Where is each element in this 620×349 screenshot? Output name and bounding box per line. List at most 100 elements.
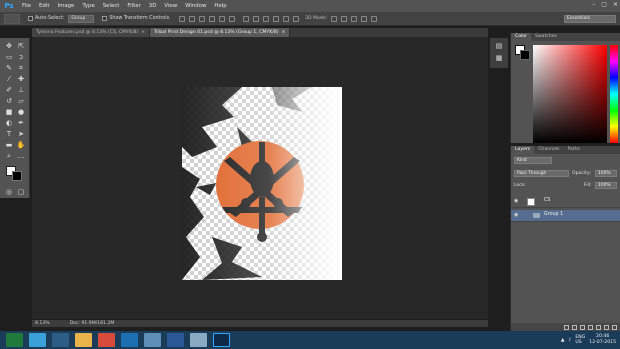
- 3d-scale-icon[interactable]: [371, 15, 378, 22]
- auto-select-checkbox[interactable]: [28, 16, 33, 21]
- show-transform-checkbox[interactable]: [102, 16, 108, 21]
- quick-select-tool-icon[interactable]: ✎: [4, 64, 14, 72]
- tab-tribal-print-design[interactable]: Tribal Print Design 01.psd @ 8.13% (Grou…: [149, 28, 291, 37]
- gradient-tool-icon[interactable]: ■: [4, 108, 14, 116]
- layer-mask-icon[interactable]: [580, 324, 585, 330]
- tab-tylenna-features[interactable]: Tylenna Features.psd @ 8.13% (CS, CMYK/8…: [32, 28, 150, 37]
- chrome-taskbar-icon[interactable]: [98, 333, 115, 347]
- delete-layer-icon[interactable]: [612, 324, 617, 330]
- opacity-field[interactable]: 100%: [595, 170, 617, 177]
- zoom-tool-icon[interactable]: ⌕: [4, 152, 14, 160]
- 3d-drag-icon[interactable]: [351, 15, 358, 22]
- blend-mode-dropdown[interactable]: Pass Through: [514, 170, 569, 177]
- move-tool-icon[interactable]: ✥: [4, 42, 14, 50]
- distribute-vcenter-icon[interactable]: [253, 15, 260, 22]
- distribute-bottom-icon[interactable]: [263, 15, 270, 22]
- pen-tool-icon[interactable]: ✒: [16, 119, 26, 127]
- new-layer-icon[interactable]: [604, 324, 609, 330]
- document-canvas[interactable]: [182, 87, 342, 280]
- align-left-icon[interactable]: [209, 15, 216, 22]
- color-picker-field[interactable]: [533, 45, 607, 143]
- language-indicator[interactable]: ENG US: [575, 335, 585, 345]
- eraser-tool-icon[interactable]: ▱: [16, 97, 26, 105]
- app-taskbar-icon[interactable]: [121, 333, 138, 347]
- distribute-right-icon[interactable]: [293, 15, 300, 22]
- 3d-rotate-icon[interactable]: [331, 15, 338, 22]
- visibility-eye-icon[interactable]: ◉: [514, 213, 520, 218]
- distribute-left-icon[interactable]: [273, 15, 280, 22]
- align-vcenter-icon[interactable]: [189, 15, 196, 22]
- distribute-hcenter-icon[interactable]: [283, 15, 290, 22]
- dodge-tool-icon[interactable]: ◐: [4, 119, 14, 127]
- photos-taskbar-icon[interactable]: [144, 333, 161, 347]
- menu-view[interactable]: View: [160, 3, 181, 9]
- background-color-swatch[interactable]: [12, 171, 22, 181]
- hue-slider[interactable]: [610, 45, 618, 143]
- screen-mode-icon[interactable]: ▢: [16, 188, 26, 196]
- outlook-taskbar-icon[interactable]: [29, 333, 46, 347]
- clock[interactable]: 20:46 12-07-2015: [589, 334, 616, 346]
- eyedropper-tool-icon[interactable]: ⁄: [4, 75, 14, 83]
- zoom-level[interactable]: 8.13%: [35, 321, 50, 326]
- history-panel-icon[interactable]: ▤: [494, 42, 504, 50]
- link-layers-icon[interactable]: [564, 324, 569, 330]
- menu-file[interactable]: File: [18, 3, 35, 9]
- visibility-eye-icon[interactable]: ◉: [514, 199, 520, 204]
- adjustment-layer-icon[interactable]: [588, 324, 593, 330]
- tab-color[interactable]: Color: [511, 33, 531, 41]
- volume-icon[interactable]: ♪: [568, 338, 571, 343]
- align-bottom-icon[interactable]: [199, 15, 206, 22]
- path-select-tool-icon[interactable]: ➤: [16, 130, 26, 138]
- hand-tool-icon[interactable]: ✋: [16, 141, 26, 149]
- align-hcenter-icon[interactable]: [219, 15, 226, 22]
- tab-layers[interactable]: Layers: [511, 146, 535, 154]
- properties-panel-icon[interactable]: ▦: [494, 54, 504, 62]
- close-icon[interactable]: ✕: [613, 1, 618, 8]
- excel-taskbar-icon[interactable]: [6, 333, 23, 347]
- move-tool-preset-icon[interactable]: [4, 13, 20, 24]
- paint-taskbar-icon[interactable]: [190, 333, 207, 347]
- tab-swatches[interactable]: Swatches: [531, 33, 561, 41]
- menu-help[interactable]: Help: [210, 3, 230, 9]
- layer-row[interactable]: ◉ CS: [511, 196, 620, 208]
- home-taskbar-icon[interactable]: [52, 333, 69, 347]
- minimize-icon[interactable]: –: [592, 1, 595, 8]
- healing-tool-icon[interactable]: ✚: [16, 75, 26, 83]
- menu-3d[interactable]: 3D: [145, 3, 161, 9]
- align-top-icon[interactable]: [179, 15, 186, 22]
- word-taskbar-icon[interactable]: [167, 333, 184, 347]
- layer-filter-kind-dropdown[interactable]: Kind: [514, 157, 552, 164]
- history-brush-tool-icon[interactable]: ↺: [4, 97, 14, 105]
- explorer-taskbar-icon[interactable]: [75, 333, 92, 347]
- marquee-tool-icon[interactable]: ▭: [4, 53, 14, 61]
- tab-paths[interactable]: Paths: [563, 146, 584, 154]
- quick-mask-icon[interactable]: ◎: [4, 188, 14, 196]
- auto-select-dropdown[interactable]: Group: [68, 14, 95, 23]
- document-size[interactable]: Doc: 91.9M/181.2M: [70, 321, 115, 326]
- new-group-icon[interactable]: [596, 324, 601, 330]
- menu-window[interactable]: Window: [181, 3, 210, 9]
- menu-filter[interactable]: Filter: [123, 3, 144, 9]
- photoshop-taskbar-icon[interactable]: [213, 333, 230, 347]
- 3d-roll-icon[interactable]: [341, 15, 348, 22]
- 3d-slide-icon[interactable]: [361, 15, 368, 22]
- menu-edit[interactable]: Edit: [35, 3, 53, 9]
- layer-style-icon[interactable]: [572, 324, 577, 330]
- layer-row-selected[interactable]: ◉ Group 1: [511, 210, 620, 222]
- blur-tool-icon[interactable]: ●: [16, 108, 26, 116]
- canvas-area[interactable]: [32, 37, 488, 319]
- background-color-swatch[interactable]: [520, 50, 530, 60]
- fill-field[interactable]: 100%: [595, 182, 617, 189]
- tab-channels[interactable]: Channels: [534, 146, 563, 154]
- stamp-tool-icon[interactable]: ⊥: [16, 86, 26, 94]
- brush-tool-icon[interactable]: ✐: [4, 86, 14, 94]
- type-tool-icon[interactable]: T: [4, 130, 14, 138]
- artboard-tool-icon[interactable]: ⇱: [16, 42, 26, 50]
- align-right-icon[interactable]: [229, 15, 236, 22]
- maximize-icon[interactable]: ▢: [601, 1, 607, 8]
- shape-tool-icon[interactable]: ▬: [4, 141, 14, 149]
- close-icon[interactable]: ×: [282, 30, 286, 35]
- crop-tool-icon[interactable]: ⌗: [16, 64, 26, 72]
- menu-select[interactable]: Select: [99, 3, 124, 9]
- lasso-tool-icon[interactable]: ↄ: [16, 53, 26, 61]
